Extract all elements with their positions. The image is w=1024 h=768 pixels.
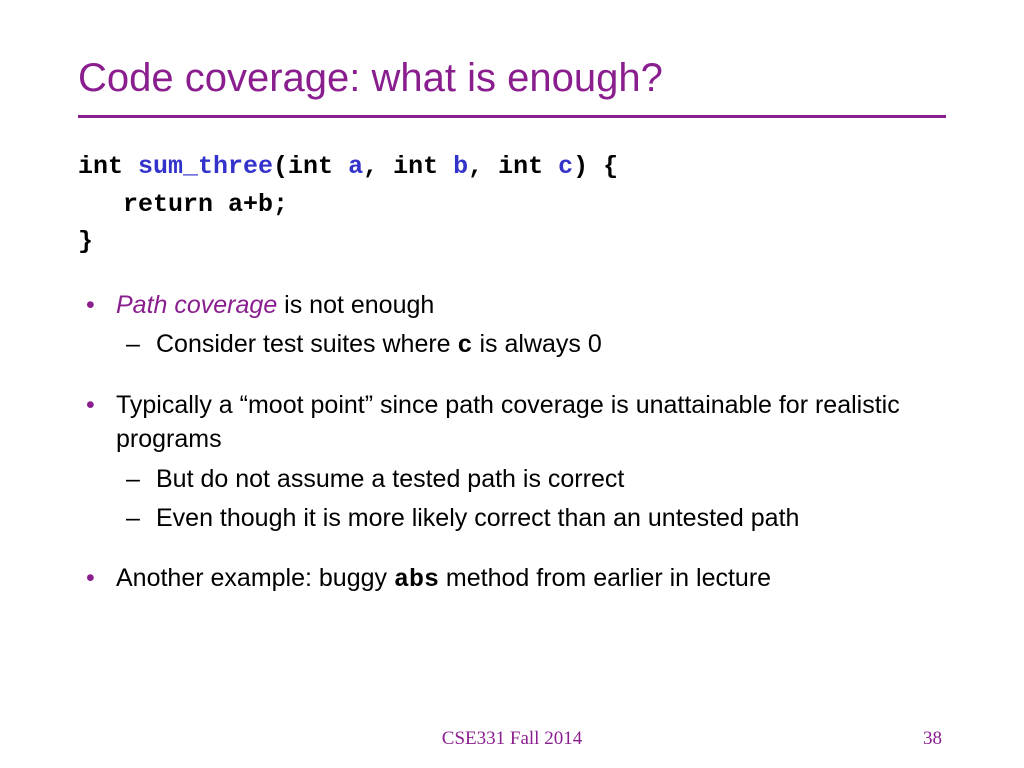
- bullet-list: Path coverage is not enough Consider tes…: [78, 289, 946, 597]
- code-fn-name: sum_three: [138, 152, 273, 181]
- code-line-3: }: [78, 223, 946, 261]
- code-text: int: [78, 152, 138, 181]
- code-param: c: [558, 152, 573, 181]
- bullet-2-sub-2: Even though it is more likely correct th…: [78, 502, 946, 536]
- code-text: (int: [273, 152, 348, 181]
- bullet-3-mono: abs: [394, 565, 439, 594]
- bullet-3-post: method from earlier in lecture: [439, 564, 771, 592]
- code-text: ) {: [573, 152, 618, 181]
- bullet-1-sub-1-post: is always 0: [473, 330, 602, 358]
- code-param: a: [348, 152, 363, 181]
- bullet-1-sub-1-mono: c: [458, 331, 473, 360]
- slide-title: Code coverage: what is enough?: [78, 56, 946, 101]
- bullet-1-sub-1: Consider test suites where c is always 0: [78, 328, 946, 363]
- footer-text: CSE331 Fall 2014: [0, 728, 1024, 750]
- code-text: , int: [468, 152, 558, 181]
- code-line-2: return a+b;: [78, 186, 946, 224]
- code-text: , int: [363, 152, 453, 181]
- bullet-2-sub-1: But do not assume a tested path is corre…: [78, 463, 946, 497]
- bullet-1-em: Path coverage: [116, 291, 277, 319]
- bullet-2: Typically a “moot point” since path cove…: [78, 389, 946, 457]
- bullet-1-text: is not enough: [277, 291, 434, 319]
- bullet-3-pre: Another example: buggy: [116, 564, 394, 592]
- bullet-1: Path coverage is not enough: [78, 289, 946, 323]
- bullet-3: Another example: buggy abs method from e…: [78, 562, 946, 597]
- page-number: 38: [923, 728, 942, 750]
- code-param: b: [453, 152, 468, 181]
- code-line-1: int sum_three(int a, int b, int c) {: [78, 148, 946, 186]
- bullet-1-sub-1-pre: Consider test suites where: [156, 330, 458, 358]
- title-rule: [78, 115, 946, 118]
- code-block: int sum_three(int a, int b, int c) { ret…: [78, 148, 946, 261]
